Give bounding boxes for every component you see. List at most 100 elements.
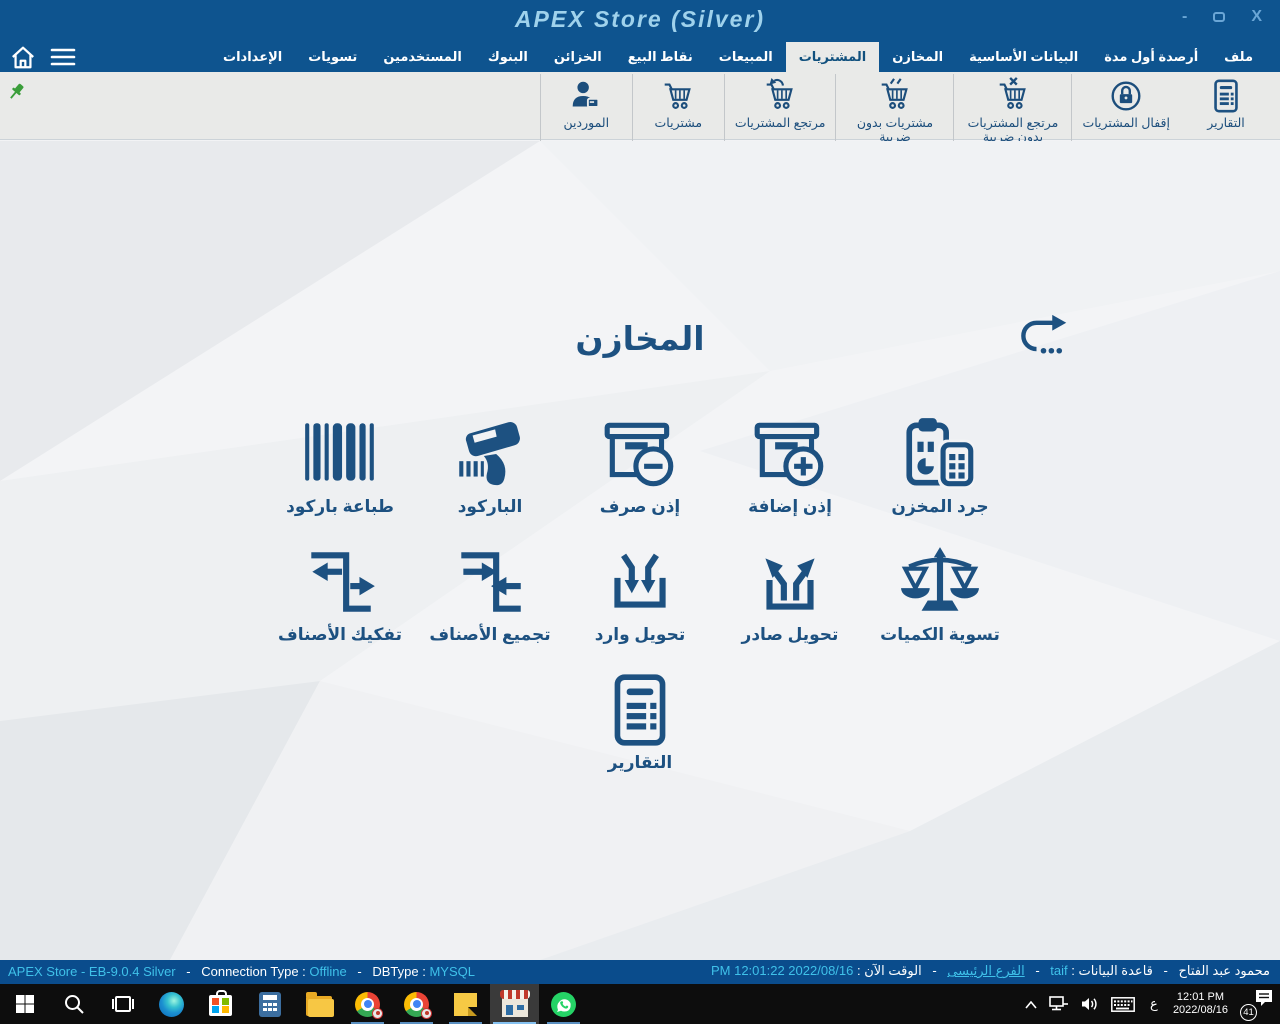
- ribbon-purchase-returns-no-tax-button[interactable]: مرتجع المشتريات بدون ضريبة: [953, 74, 1071, 145]
- taskbar-chrome-2[interactable]: [392, 984, 441, 1024]
- tab-safes[interactable]: الخزائن: [541, 42, 615, 72]
- cart-return-icon: [761, 77, 799, 115]
- tile-quantity-adjustment[interactable]: تسوية الكميات: [865, 541, 1015, 645]
- tile-barcode-print[interactable]: طباعة باركود: [265, 413, 415, 517]
- windows-logo-icon: [15, 994, 35, 1014]
- branch-link[interactable]: الفرع الرئيسى: [947, 963, 1024, 978]
- hamburger-menu-icon[interactable]: [50, 46, 76, 68]
- taskbar-apex-store[interactable]: [490, 984, 539, 1024]
- taskbar-chrome[interactable]: [343, 984, 392, 1024]
- page-title: المخازن: [0, 319, 1280, 358]
- volume-icon[interactable]: [1081, 996, 1099, 1012]
- ribbon: الموردين مشتريات مرتجع المشتريات مشتريات…: [0, 72, 1280, 140]
- file-explorer-icon: [306, 996, 332, 1016]
- tile-barcode[interactable]: الباركود: [415, 413, 565, 517]
- menu-tabs: ملف أرصدة أول مدة البيانات الأساسية المخ…: [210, 42, 1266, 72]
- merge-items-icon: [449, 541, 531, 623]
- lock-icon: [1107, 77, 1145, 115]
- tab-pos[interactable]: نقاط البيع: [615, 42, 706, 72]
- status-left: APEX Store - EB-9.0.4 Silver - Connectio…: [8, 964, 475, 979]
- transfer-in-icon: [599, 541, 681, 623]
- taskbar-edge[interactable]: [147, 984, 196, 1024]
- taskbar-file-explorer[interactable]: [294, 984, 343, 1024]
- tab-warehouses[interactable]: المخازن: [879, 42, 956, 72]
- tab-basic-data[interactable]: البيانات الأساسية: [956, 42, 1091, 72]
- taskbar-search-button[interactable]: [49, 984, 98, 1024]
- connection-value: Offline: [309, 964, 346, 979]
- database-value: taif: [1050, 963, 1067, 978]
- tray-date: 2022/08/16: [1173, 1004, 1228, 1017]
- language-indicator[interactable]: ع: [1147, 996, 1161, 1012]
- maximize-button[interactable]: [1213, 12, 1225, 22]
- tab-settings[interactable]: الإعدادات: [210, 42, 295, 72]
- ribbon-close-purchases-button[interactable]: إقفال المشتريات: [1071, 74, 1180, 145]
- home-icon[interactable]: [10, 44, 36, 70]
- tab-purchases[interactable]: المشتريات: [786, 42, 880, 72]
- barcode-scanner-icon: [449, 413, 531, 495]
- taskbar-sticky-notes[interactable]: [441, 984, 490, 1024]
- minimize-button[interactable]: -: [1182, 8, 1187, 26]
- tile-outgoing-transfer[interactable]: تحويل صادر: [715, 541, 865, 645]
- chrome-icon: [355, 992, 380, 1017]
- connection-label: Connection Type :: [201, 964, 306, 979]
- notification-center-button[interactable]: 41: [1240, 984, 1276, 1024]
- taskbar-whatsapp[interactable]: [539, 984, 588, 1024]
- whatsapp-icon: [551, 992, 576, 1017]
- tab-sales[interactable]: المبيعات: [706, 42, 786, 72]
- task-view-icon: [112, 993, 134, 1015]
- taskbar-calculator[interactable]: [245, 984, 294, 1024]
- tile-issue-permit[interactable]: إذن صرف: [565, 413, 715, 517]
- cart-no-tax-icon: [876, 77, 914, 115]
- tab-users[interactable]: المستخدمين: [370, 42, 475, 72]
- app-window: APEX Store (Silver) - X ملف أرصدة أول مد…: [0, 0, 1280, 1024]
- tile-merge-items[interactable]: تجميع الأصناف: [415, 541, 565, 645]
- tile-inventory-count[interactable]: جرد المخزن: [865, 413, 1015, 517]
- suppliers-icon: [567, 77, 605, 115]
- tile-grid: جرد المخزن إذن إضافة إذن صرف الباركود طب…: [260, 413, 1020, 797]
- tile-reports[interactable]: التقارير: [565, 669, 715, 773]
- close-button[interactable]: X: [1251, 8, 1262, 26]
- ribbon-buttons: الموردين مشتريات مرتجع المشتريات مشتريات…: [540, 74, 1272, 145]
- system-tray: ع 12:01 PM 2022/08/16 41: [1025, 984, 1276, 1024]
- apex-store-icon: [502, 993, 528, 1017]
- notification-count-badge: 41: [1240, 1004, 1257, 1021]
- pin-icon[interactable]: [7, 82, 25, 102]
- chrome-icon-2: [404, 992, 429, 1017]
- tray-time: 12:01 PM: [1173, 991, 1228, 1004]
- app-version: APEX Store - EB-9.0.4 Silver: [8, 964, 176, 979]
- database-label: قاعدة البيانات :: [1071, 963, 1153, 978]
- start-button[interactable]: [0, 984, 49, 1024]
- network-icon[interactable]: [1049, 996, 1069, 1012]
- calculator-icon: [259, 992, 281, 1017]
- tab-opening-balances[interactable]: أرصدة أول مدة: [1091, 42, 1211, 72]
- titlebar: APEX Store (Silver) - X: [0, 0, 1280, 42]
- ribbon-suppliers-button[interactable]: الموردين: [540, 74, 632, 145]
- tray-expand-icon[interactable]: [1025, 997, 1037, 1012]
- inventory-count-icon: [899, 413, 981, 495]
- ribbon-reports-button[interactable]: التقارير: [1180, 74, 1272, 145]
- ribbon-purchases-button[interactable]: مشتريات: [632, 74, 724, 145]
- tile-split-items[interactable]: تفكيك الأصناف: [265, 541, 415, 645]
- window-controls: - X: [1182, 8, 1262, 26]
- ribbon-purchase-returns-button[interactable]: مرتجع المشتريات: [724, 74, 836, 145]
- dbtype-label: DBType :: [372, 964, 425, 979]
- current-user: محمود عبد الفتاح: [1178, 963, 1270, 978]
- statusbar: APEX Store - EB-9.0.4 Silver - Connectio…: [0, 960, 1280, 984]
- touch-keyboard-icon[interactable]: [1111, 997, 1135, 1012]
- menubar: ملف أرصدة أول مدة البيانات الأساسية المخ…: [0, 42, 1280, 72]
- taskbar-ms-store[interactable]: [196, 984, 245, 1024]
- split-items-icon: [299, 541, 381, 623]
- ribbon-purchases-no-tax-button[interactable]: مشتريات بدون ضريبة: [835, 74, 953, 145]
- tab-adjustments[interactable]: تسويات: [295, 42, 370, 72]
- chrome-badge: [372, 1008, 383, 1019]
- time-label: الوقت الآن :: [857, 963, 922, 978]
- task-view-button[interactable]: [98, 984, 147, 1024]
- tile-add-permit[interactable]: إذن إضافة: [715, 413, 865, 517]
- tab-banks[interactable]: البنوك: [475, 42, 541, 72]
- sticky-notes-icon: [454, 993, 477, 1016]
- tray-clock[interactable]: 12:01 PM 2022/08/16: [1173, 991, 1228, 1017]
- cart-return-no-tax-icon: [994, 77, 1032, 115]
- tile-incoming-transfer[interactable]: تحويل وارد: [565, 541, 715, 645]
- tab-file[interactable]: ملف: [1211, 42, 1266, 72]
- redo-arrow-icon[interactable]: [1012, 309, 1068, 361]
